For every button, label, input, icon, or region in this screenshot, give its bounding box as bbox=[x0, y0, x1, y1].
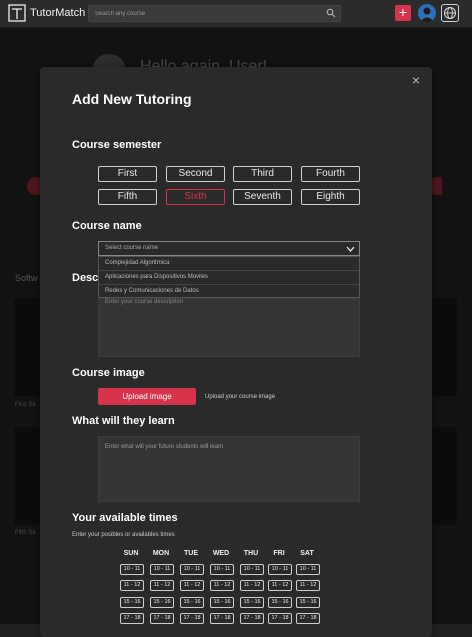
time-slot-button[interactable]: 11 - 12 bbox=[180, 580, 204, 591]
time-slot-button[interactable]: 17 - 18 bbox=[120, 613, 144, 624]
time-slot-button[interactable]: 17 - 18 bbox=[180, 613, 204, 624]
time-slot-button[interactable]: 15 - 16 bbox=[296, 597, 320, 608]
upload-note: Upload your course image bbox=[205, 394, 276, 400]
globe-icon bbox=[444, 7, 456, 19]
tutormatch-logo-icon[interactable] bbox=[8, 4, 26, 22]
time-slot-button[interactable]: 17 - 18 bbox=[240, 613, 264, 624]
top-navbar: TutorMatch + bbox=[0, 0, 472, 28]
modal-title: Add New Tutoring bbox=[72, 91, 192, 107]
time-slot-button[interactable]: 15 - 16 bbox=[180, 597, 204, 608]
time-slot-button[interactable]: 11 - 12 bbox=[240, 580, 264, 591]
time-slot-button[interactable]: 15 - 16 bbox=[268, 597, 292, 608]
semester-heading: Course semester bbox=[72, 139, 162, 151]
day-header: WED bbox=[212, 550, 230, 557]
semester-first[interactable]: First bbox=[98, 166, 157, 182]
user-icon bbox=[420, 7, 434, 22]
course-select-placeholder: Select course name bbox=[105, 245, 159, 251]
upload-image-button[interactable]: Upload image bbox=[98, 388, 196, 405]
course-option-label: Aplicaciones para Dispositivos Moviles bbox=[105, 274, 209, 280]
time-slot-button[interactable]: 11 - 12 bbox=[210, 580, 234, 591]
time-slot-button[interactable]: 11 - 12 bbox=[150, 580, 174, 591]
day-header: SAT bbox=[300, 550, 314, 557]
time-slot-button[interactable]: 10 - 11 bbox=[296, 564, 320, 575]
time-slot-button[interactable]: 15 - 16 bbox=[210, 597, 234, 608]
time-slot-button[interactable]: 11 - 12 bbox=[120, 580, 144, 591]
description-placeholder: Enter your course description bbox=[105, 299, 184, 305]
time-slot-button[interactable]: 15 - 16 bbox=[240, 597, 264, 608]
course-name-select[interactable]: Select course name bbox=[98, 241, 360, 256]
search-icon[interactable] bbox=[326, 8, 336, 18]
semester-fourth[interactable]: Fourth bbox=[301, 166, 360, 182]
language-button[interactable] bbox=[441, 4, 459, 22]
time-slot-button[interactable]: 11 - 12 bbox=[268, 580, 292, 591]
time-slot-button[interactable]: 10 - 11 bbox=[180, 564, 204, 575]
time-slot-button[interactable]: 17 - 18 bbox=[296, 613, 320, 624]
semester-seventh[interactable]: Seventh bbox=[233, 189, 292, 205]
course-dropdown-menu: Complejidad Algoritmica Aplicaciones par… bbox=[98, 256, 360, 298]
course-option[interactable]: Aplicaciones para Dispositivos Moviles bbox=[99, 271, 359, 285]
day-header: TUE bbox=[184, 550, 198, 557]
course-name-heading: Course name bbox=[72, 220, 142, 232]
day-header: THU bbox=[243, 550, 259, 557]
time-slot-button[interactable]: 15 - 16 bbox=[150, 597, 174, 608]
day-header: SUN bbox=[123, 550, 139, 557]
day-header: MON bbox=[152, 550, 170, 557]
user-avatar[interactable] bbox=[418, 4, 436, 22]
brand-name[interactable]: TutorMatch bbox=[30, 7, 85, 19]
learn-textarea[interactable]: Enter what will your future students wil… bbox=[98, 436, 360, 502]
time-slot-button[interactable]: 11 - 12 bbox=[296, 580, 320, 591]
close-icon[interactable]: × bbox=[409, 73, 423, 87]
course-option-label: Complejidad Algoritmica bbox=[105, 260, 170, 266]
semester-third[interactable]: Third bbox=[233, 166, 292, 182]
course-image-heading: Course image bbox=[72, 367, 145, 379]
course-option[interactable]: Complejidad Algoritmica bbox=[99, 257, 359, 271]
times-note: Enter your posibles or availables times bbox=[72, 532, 175, 538]
semester-sixth[interactable]: Sixth bbox=[166, 189, 225, 205]
time-slot-button[interactable]: 10 - 11 bbox=[120, 564, 144, 575]
search-input[interactable] bbox=[93, 7, 322, 21]
time-slot-button[interactable]: 10 - 11 bbox=[150, 564, 174, 575]
time-slot-button[interactable]: 17 - 18 bbox=[210, 613, 234, 624]
semester-fifth[interactable]: Fifth bbox=[98, 189, 157, 205]
chevron-down-icon[interactable] bbox=[346, 245, 355, 253]
time-slot-button[interactable]: 15 - 16 bbox=[120, 597, 144, 608]
description-heading: Desc bbox=[72, 272, 99, 284]
add-tutoring-button[interactable]: + bbox=[395, 5, 411, 21]
course-option-label: Redes y Comunicaciones de Datos bbox=[105, 288, 199, 294]
search-bar[interactable] bbox=[88, 5, 341, 22]
course-option[interactable]: Redes y Comunicaciones de Datos bbox=[99, 285, 359, 299]
semester-second[interactable]: Second bbox=[166, 166, 225, 182]
time-slot-button[interactable]: 10 - 11 bbox=[268, 564, 292, 575]
semester-eighth[interactable]: Eighth bbox=[301, 189, 360, 205]
learn-heading: What will they learn bbox=[72, 415, 175, 427]
times-heading: Your available times bbox=[72, 512, 178, 524]
description-textarea[interactable]: Enter your course description bbox=[98, 298, 360, 357]
time-slot-button[interactable]: 17 - 18 bbox=[150, 613, 174, 624]
time-slot-button[interactable]: 10 - 11 bbox=[240, 564, 264, 575]
time-slot-button[interactable]: 10 - 11 bbox=[210, 564, 234, 575]
day-header: FRI bbox=[273, 550, 285, 557]
learn-placeholder: Enter what will your future students wil… bbox=[105, 444, 224, 450]
time-slot-button[interactable]: 17 - 18 bbox=[268, 613, 292, 624]
